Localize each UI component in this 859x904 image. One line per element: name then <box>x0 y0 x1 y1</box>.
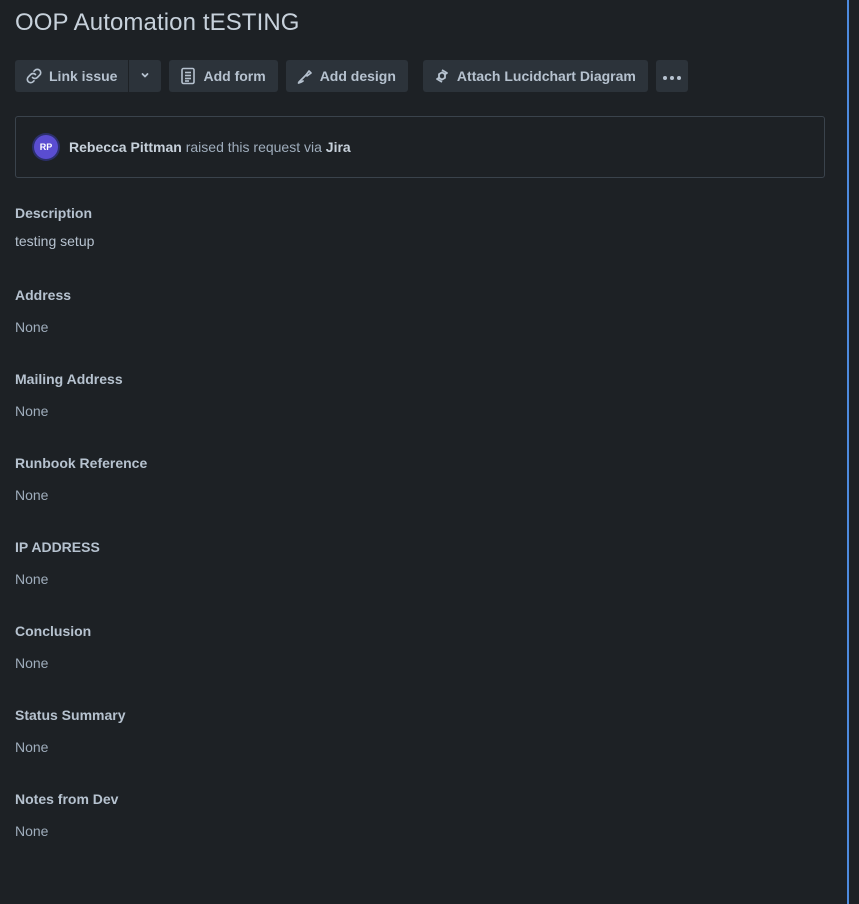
description-field: Description testing setup <box>15 205 94 249</box>
link-issue-label: Link issue <box>49 68 118 84</box>
field-value[interactable]: None <box>15 403 123 419</box>
description-value[interactable]: testing setup <box>15 233 94 249</box>
field-label: Mailing Address <box>15 371 123 387</box>
add-form-button[interactable]: Add form <box>169 60 278 92</box>
field-label: Notes from Dev <box>15 791 119 807</box>
request-source-text: raised this request via <box>181 139 326 155</box>
notes-from-dev-field: Notes from Dev None <box>15 791 118 839</box>
link-issue-dropdown-button[interactable] <box>129 60 162 92</box>
field-value[interactable]: None <box>15 319 71 335</box>
field-value[interactable]: None <box>15 739 125 755</box>
request-channel: Jira <box>325 139 351 155</box>
design-icon <box>295 66 315 86</box>
link-icon <box>24 66 44 86</box>
attach-lucidchart-button[interactable]: Attach Lucidchart Diagram <box>422 60 648 92</box>
request-origin-panel: RP Rebecca Pittman raised this request v… <box>15 116 825 178</box>
field-label: Address <box>15 287 72 303</box>
field-label: IP ADDRESS <box>15 539 100 555</box>
field-label: Conclusion <box>15 623 92 639</box>
avatar[interactable]: RP <box>34 135 58 159</box>
issue-detail-panel: OOP Automation tESTING Link issue Add fo… <box>0 0 859 904</box>
attach-lucidchart-label: Attach Lucidchart Diagram <box>456 68 636 84</box>
lucidchart-icon <box>432 66 452 86</box>
form-icon <box>178 66 198 86</box>
issue-toolbar: Link issue Add form Add design Attach Lu… <box>15 60 688 92</box>
issue-title[interactable]: OOP Automation tESTING <box>15 9 300 37</box>
link-issue-split-button: Link issue <box>15 60 162 92</box>
address-field: Address None <box>15 287 71 335</box>
conclusion-field: Conclusion None <box>15 623 91 671</box>
field-value[interactable]: None <box>15 571 100 587</box>
reporter-name[interactable]: Rebecca Pittman <box>69 139 182 155</box>
mailing-address-field: Mailing Address None <box>15 371 123 419</box>
field-label: Status Summary <box>15 707 126 723</box>
chevron-down-icon <box>139 68 151 84</box>
link-issue-button[interactable]: Link issue <box>15 60 129 92</box>
field-value[interactable]: None <box>15 823 118 839</box>
more-icon <box>662 68 682 84</box>
ip-address-field: IP ADDRESS None <box>15 539 100 587</box>
field-value[interactable]: None <box>15 655 91 671</box>
field-label: Runbook Reference <box>15 455 148 471</box>
field-label: Description <box>15 205 93 221</box>
add-form-label: Add form <box>203 68 266 84</box>
runbook-reference-field: Runbook Reference None <box>15 455 147 503</box>
more-actions-button[interactable] <box>655 60 688 92</box>
field-value[interactable]: None <box>15 487 147 503</box>
status-summary-field: Status Summary None <box>15 707 125 755</box>
add-design-label: Add design <box>319 68 396 84</box>
panel-resize-handle[interactable] <box>847 0 849 904</box>
add-design-button[interactable]: Add design <box>285 60 408 92</box>
